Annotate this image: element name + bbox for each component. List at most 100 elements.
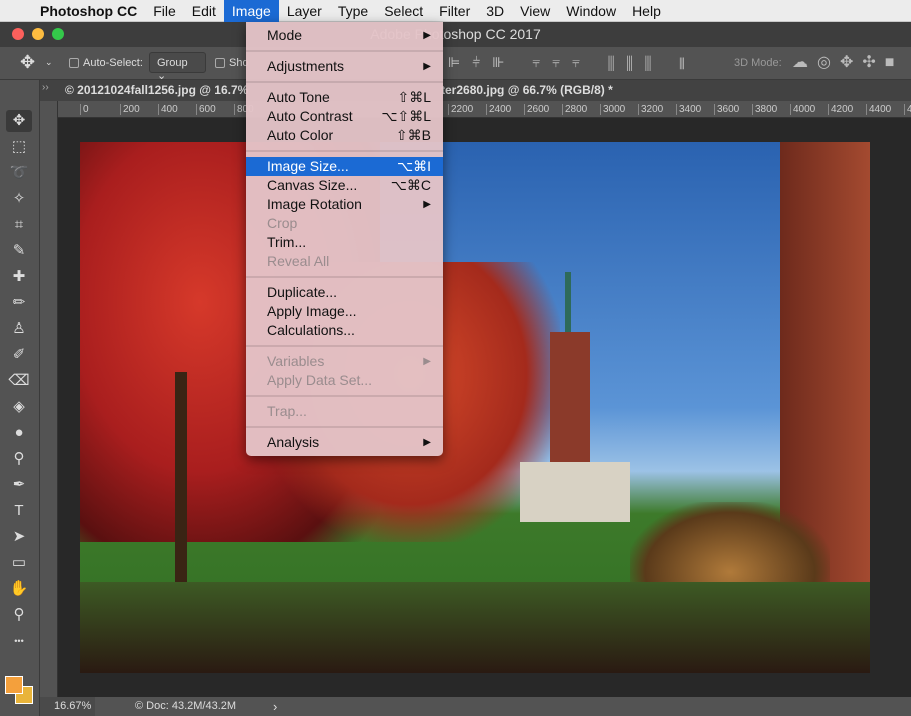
- auto-select-label: Auto-Select:: [83, 57, 143, 69]
- menu-layer[interactable]: Layer: [279, 0, 330, 22]
- ruler-tick: 4400: [866, 104, 891, 115]
- foreground-color-swatch[interactable]: [5, 676, 23, 694]
- menu-item-label: Canvas Size...: [267, 176, 358, 193]
- menu-item-label: Calculations...: [267, 321, 355, 338]
- menu-separator: [246, 271, 443, 283]
- ruler-tick: 2400: [486, 104, 511, 115]
- 3d-mode-icons[interactable]: ☁◎✥✣■: [792, 52, 903, 72]
- ruler-tick: 400: [158, 104, 178, 115]
- blur-tool-icon[interactable]: ●: [6, 422, 32, 444]
- menu-item-label: Adjustments: [267, 57, 345, 74]
- zoom-level[interactable]: 16.67%: [40, 697, 95, 716]
- menu-item-label: Auto Tone: [267, 88, 330, 105]
- submenu-arrow-icon: ▶: [423, 29, 431, 41]
- menu-item-label: Duplicate...: [267, 283, 338, 300]
- menu-item-mode[interactable]: Mode ▶: [246, 26, 443, 45]
- ruler-tick: 4000: [790, 104, 815, 115]
- chevron-down-icon[interactable]: ⌄: [45, 57, 53, 68]
- auto-select-checkbox[interactable]: [69, 58, 79, 68]
- ruler-tick: 3200: [638, 104, 663, 115]
- path-select-tool-icon[interactable]: ➤: [6, 526, 32, 548]
- dodge-tool-icon[interactable]: ⚲: [6, 448, 32, 470]
- crop-tool-icon[interactable]: ⌗: [6, 214, 32, 236]
- show-transform-checkbox[interactable]: [215, 58, 225, 68]
- menu-item-image-size[interactable]: Image Size... ⌥⌘I: [246, 156, 443, 176]
- menu-item-label: Variables: [267, 352, 325, 369]
- menu-item-variables: Variables ▶: [246, 352, 443, 371]
- menu-item-auto-color[interactable]: Auto Color ⇧⌘B: [246, 126, 443, 145]
- menu-item-auto-contrast[interactable]: Auto Contrast ⌥⇧⌘L: [246, 107, 443, 126]
- menu-item-apply-data-set: Apply Data Set...: [246, 371, 443, 390]
- menu-photoshop-cc[interactable]: Photoshop CC: [32, 0, 145, 22]
- history-brush-tool-icon[interactable]: ✐: [6, 344, 32, 366]
- healing-tool-icon[interactable]: ✚: [6, 266, 32, 288]
- tab-document-2[interactable]: ter2680.jpg @ 66.7% (RGB/8) *: [441, 83, 613, 97]
- auto-select-dropdown[interactable]: Group ⌄: [149, 52, 206, 82]
- menu-view[interactable]: View: [512, 0, 558, 22]
- menu-type[interactable]: Type: [330, 0, 376, 22]
- document-image[interactable]: [80, 142, 870, 673]
- doc-size: © Doc: 43.2M/43.2M: [135, 700, 237, 712]
- zoom-tool-icon[interactable]: ⚲: [6, 604, 32, 626]
- menu-item-analysis[interactable]: Analysis ▶: [246, 433, 443, 452]
- paint-bucket-tool-icon[interactable]: ◈: [6, 396, 32, 418]
- brush-tool-icon[interactable]: ✏: [6, 292, 32, 314]
- pen-tool-icon[interactable]: ✒: [6, 474, 32, 496]
- type-tool-icon[interactable]: T: [6, 500, 32, 522]
- menu-item-label: Image Size...: [267, 157, 349, 174]
- menu-separator: [246, 340, 443, 352]
- rectangle-tool-icon[interactable]: ▭: [6, 552, 32, 574]
- tools-panel: ✥ ⬚ ➰ ✧ ⌗ ✎ ✚ ✏ ♙ ✐ ⌫ ◈ ● ⚲ ✒ T ➤ ▭ ✋ ⚲ •••: [0, 80, 40, 716]
- menu-item-auto-tone[interactable]: Auto Tone ⇧⌘L: [246, 88, 443, 107]
- menu-edit[interactable]: Edit: [184, 0, 224, 22]
- align-icons[interactable]: ⊫⫩⊪ ⫧⫧⫧ ⫼⫼⫼ ⫴: [448, 54, 697, 71]
- menu-item-apply-image[interactable]: Apply Image...: [246, 302, 443, 321]
- menu-item-label: Analysis: [267, 433, 320, 450]
- move-tool-icon[interactable]: ✥: [6, 110, 32, 132]
- menu-3d[interactable]: 3D: [478, 0, 512, 22]
- lasso-tool-icon[interactable]: ➰: [6, 162, 32, 184]
- menu-item-duplicate[interactable]: Duplicate...: [246, 283, 443, 302]
- menu-file[interactable]: File: [145, 0, 184, 22]
- submenu-arrow-icon: ▶: [423, 436, 431, 448]
- menu-item-calculations[interactable]: Calculations...: [246, 321, 443, 340]
- submenu-arrow-icon: ▶: [423, 60, 431, 72]
- apple-menu[interactable]: [0, 0, 32, 22]
- ruler-tick: 4200: [828, 104, 853, 115]
- ruler-tick: 2800: [562, 104, 587, 115]
- menu-image[interactable]: Image: [223, 0, 279, 22]
- menu-separator: [246, 76, 443, 88]
- menu-item-label: Auto Color: [267, 126, 334, 143]
- menu-select[interactable]: Select: [376, 0, 431, 22]
- document-tabs: × © 20121024fall1256.jpg @ 16.7% ter2680…: [48, 80, 911, 101]
- more-tool-icon[interactable]: •••: [6, 630, 32, 652]
- menu-item-label: Mode: [267, 26, 303, 43]
- vertical-ruler: [40, 101, 58, 697]
- stamp-tool-icon[interactable]: ♙: [6, 318, 32, 340]
- shortcut-label: ⇧⌘B: [395, 126, 431, 143]
- shortcut-label: ⌥⌘C: [390, 176, 431, 193]
- menu-item-trim[interactable]: Trim...: [246, 233, 443, 252]
- close-button[interactable]: [12, 28, 24, 40]
- hand-tool-icon[interactable]: ✋: [6, 578, 32, 600]
- menu-filter[interactable]: Filter: [431, 0, 478, 22]
- menu-window[interactable]: Window: [558, 0, 624, 22]
- eyedropper-tool-icon[interactable]: ✎: [6, 240, 32, 262]
- magic-wand-tool-icon[interactable]: ✧: [6, 188, 32, 210]
- menu-item-adjustments[interactable]: Adjustments ▶: [246, 57, 443, 76]
- status-menu-arrow[interactable]: ›: [273, 697, 277, 716]
- menu-help[interactable]: Help: [624, 0, 669, 22]
- zoom-button[interactable]: [52, 28, 64, 40]
- tab-document-1[interactable]: © 20121024fall1256.jpg @ 16.7%: [65, 83, 248, 97]
- panel-expand-icon[interactable]: ››: [40, 80, 58, 101]
- menu-item-label: Reveal All: [267, 252, 330, 269]
- menu-item-canvas-size[interactable]: Canvas Size... ⌥⌘C: [246, 176, 443, 195]
- ruler-tick: 0: [80, 104, 89, 115]
- ruler-tick: 3600: [714, 104, 739, 115]
- marquee-tool-icon[interactable]: ⬚: [6, 136, 32, 158]
- menu-item-image-rotation[interactable]: Image Rotation ▶: [246, 195, 443, 214]
- eraser-tool-icon[interactable]: ⌫: [6, 370, 32, 392]
- horizontal-ruler: 0200400600800220024002600280030003200340…: [58, 101, 911, 118]
- minimize-button[interactable]: [32, 28, 44, 40]
- move-tool-icon[interactable]: ✥: [20, 52, 35, 73]
